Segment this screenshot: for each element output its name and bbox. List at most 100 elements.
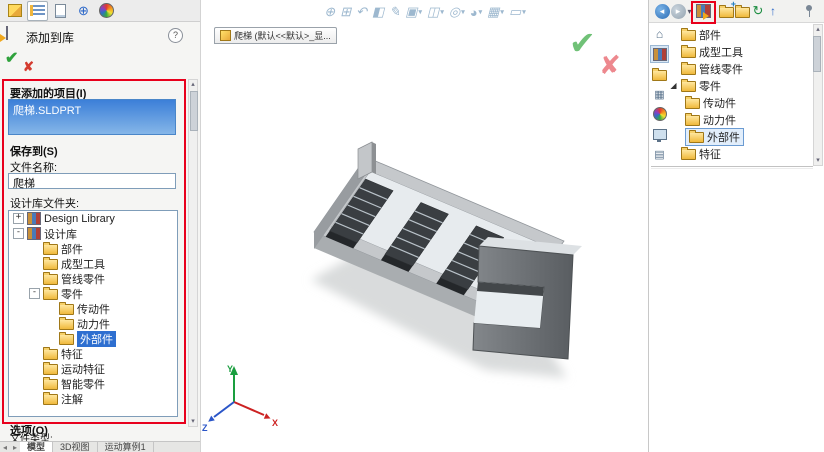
folder-icon [43, 379, 58, 390]
built-in-libraries-tab[interactable]: ▤ [650, 145, 669, 163]
pin-button[interactable] [801, 3, 817, 19]
view-palette-tab[interactable]: ▦ [650, 85, 669, 103]
folder-icon [43, 364, 58, 375]
viewport-cancel-button[interactable]: ✘ [599, 50, 621, 81]
dimxpertmanager-tab[interactable]: ⊕ [73, 1, 94, 21]
tab-model[interactable]: 模型 [20, 442, 53, 452]
up-one-level-button[interactable]: ↑ [765, 3, 781, 19]
tp-item-guanxian[interactable]: 管线零件 [669, 60, 811, 77]
back-button[interactable]: ◂ [654, 3, 670, 19]
task-pane-tab-strip: ⌂ ▦ ▤ [650, 25, 667, 165]
folder-icon [681, 30, 696, 41]
tree-item-chuandong[interactable]: 传动件 [9, 301, 177, 316]
view-settings-icon[interactable]: ▭▾ [509, 4, 526, 20]
tree-item-guanxian[interactable]: 管线零件 [9, 271, 177, 286]
tree-item-design-library[interactable]: + Design Library [9, 211, 177, 226]
viewport-ok-button[interactable]: ✔ [569, 24, 596, 62]
design-library-folder-tree: + Design Library - 设计库 部件 成型工具 管线零件 - 零 [8, 210, 178, 417]
tree-item-tezheng[interactable]: 特征 [9, 346, 177, 361]
tab-scroll-left-icon[interactable]: ◂ [0, 443, 10, 452]
appearances-scenes-tab[interactable] [650, 105, 669, 123]
selected-folder[interactable]: 外部件 [685, 128, 744, 146]
tree-item-yundong[interactable]: 运动特征 [9, 361, 177, 376]
tp-item-dongli[interactable]: 动力件 [669, 111, 811, 128]
appearances-icon [653, 107, 667, 121]
apply-scene-icon[interactable]: ▦▾ [487, 4, 504, 20]
expand-toggle[interactable]: + [13, 213, 24, 224]
displaymanager-tab[interactable] [96, 1, 117, 21]
folder-icon [681, 47, 696, 58]
tp-item-bujian[interactable]: 部件 [669, 26, 811, 43]
annotation-icon[interactable]: ✎ [389, 4, 400, 20]
tree-item-waibu-selected[interactable]: 外部件 [9, 331, 177, 346]
filename-input[interactable]: 爬梯 [8, 173, 176, 189]
section-view-icon[interactable]: ◧ [372, 4, 384, 20]
triad-x-label: X [272, 418, 278, 428]
panel-scrollbar[interactable]: ▴ ▾ [188, 79, 198, 427]
tp-item-tezheng[interactable]: 特征 [669, 145, 811, 162]
view-orientation-icon[interactable]: ▣▾ [405, 4, 422, 20]
scroll-down-icon[interactable]: ▾ [816, 156, 820, 165]
tree-item-chengxing[interactable]: 成型工具 [9, 256, 177, 271]
tree-item-bujian[interactable]: 部件 [9, 241, 177, 256]
graphics-viewport[interactable]: ⊕ ⊞ ↶ ◧ ✎ ▣▾ ◫▾ ◎▾ ◕▾ ▦▾ ▭▾ 爬梯 (默认<<默认>_… [200, 0, 649, 452]
solidworks-resources-tab[interactable]: ⌂ [650, 25, 669, 43]
scroll-down-icon[interactable]: ▾ [191, 417, 195, 426]
tab-3d-views[interactable]: 3D视图 [53, 442, 98, 452]
history-dropdown-icon[interactable]: ▾ [685, 3, 694, 19]
tp-item-chengxing[interactable]: 成型工具 [669, 43, 811, 60]
configurationmanager-tab[interactable] [50, 1, 71, 21]
scroll-up-icon[interactable]: ▴ [191, 80, 195, 89]
custom-properties-tab[interactable] [650, 125, 669, 143]
solidworks-window: ⊕ 添加到库 ? ✔ ✘ 要添加的项目(I) 爬梯.SLDPRT 保存到(S) … [0, 0, 824, 452]
folder-icon [43, 394, 58, 405]
help-icon[interactable]: ? [168, 28, 183, 43]
create-new-folder-button[interactable] [734, 3, 750, 19]
ok-button[interactable]: ✔ [5, 48, 18, 68]
tp-item-waibu-selected[interactable]: 外部件 [669, 128, 811, 145]
add-file-location-button[interactable]: + [718, 3, 734, 19]
heads-up-toolbar: ⊕ ⊞ ↶ ◧ ✎ ▣▾ ◫▾ ◎▾ ◕▾ ▦▾ ▭▾ [201, 2, 649, 22]
tree-item-shejiku[interactable]: - 设计库 [9, 226, 177, 241]
file-explorer-tab[interactable] [650, 65, 669, 83]
expanded-arrow-icon[interactable]: ◢ [669, 81, 678, 90]
tab-motion-study[interactable]: 运动算例1 [98, 442, 154, 452]
hide-show-items-icon[interactable]: ◎▾ [449, 4, 465, 20]
tree-item-dongli[interactable]: 动力件 [9, 316, 177, 331]
tree-item-zhineng[interactable]: 智能零件 [9, 376, 177, 391]
forward-button[interactable]: ▸ [670, 3, 686, 19]
folder-icon [43, 244, 58, 255]
tp-item-lingjian[interactable]: ◢ 零件 [669, 77, 811, 94]
scroll-up-icon[interactable]: ▴ [816, 25, 820, 34]
display-style-icon[interactable]: ◫▾ [427, 4, 444, 20]
refresh-button[interactable]: ↻ [750, 3, 766, 19]
scroll-thumb[interactable] [813, 36, 821, 72]
model-3d[interactable]: Y X Z [201, 22, 649, 452]
tree-item-lingjian[interactable]: - 零件 [9, 286, 177, 301]
collapse-toggle[interactable]: - [13, 228, 24, 239]
add-to-library-button[interactable] [695, 3, 711, 19]
triad-z-label: Z [202, 423, 208, 433]
scroll-thumb[interactable] [190, 91, 198, 131]
edit-appearance-icon[interactable]: ◕▾ [470, 5, 482, 20]
design-library-icon [653, 48, 667, 61]
document-tab-bar: ◂ ▸ 模型 3D视图 运动算例1 [0, 441, 226, 452]
zoom-fit-icon[interactable]: ⊕ [324, 4, 335, 20]
folder-icon [59, 319, 74, 330]
tree-item-zhujie[interactable]: 注解 [9, 391, 177, 406]
list-item[interactable]: 爬梯.SLDPRT [9, 100, 175, 120]
previous-view-icon[interactable]: ↶ [356, 4, 367, 20]
grid-icon: ▤ [654, 148, 664, 161]
design-library-tab[interactable] [650, 45, 669, 63]
collapse-toggle[interactable]: - [29, 288, 40, 299]
view-palette-icon: ▦ [654, 88, 664, 101]
propertymanager-tab[interactable] [27, 1, 48, 21]
tp-item-chuandong[interactable]: 传动件 [669, 94, 811, 111]
zoom-area-icon[interactable]: ⊞ [340, 4, 351, 20]
cancel-button[interactable]: ✘ [23, 59, 34, 75]
featuremanager-tab[interactable] [4, 1, 25, 21]
pane-splitter[interactable] [651, 166, 813, 167]
items-to-add-listbox[interactable]: 爬梯.SLDPRT [8, 99, 176, 135]
tab-scroll-right-icon[interactable]: ▸ [10, 443, 20, 452]
pin-icon [805, 5, 813, 17]
